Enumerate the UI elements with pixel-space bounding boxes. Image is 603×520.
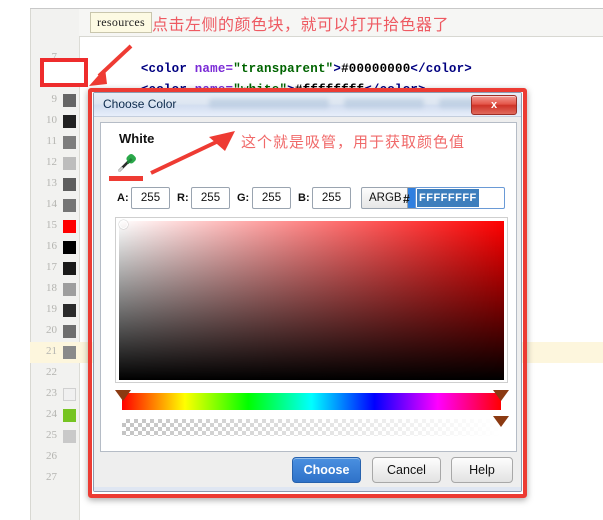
color-swatch[interactable] (63, 115, 76, 128)
dialog-titlebar[interactable]: Choose Color x (94, 93, 521, 117)
line-number: 20 (46, 324, 57, 336)
dialog-title: Choose Color (103, 97, 177, 111)
saturation-value-area[interactable] (115, 217, 508, 383)
channel-label-g: G: (237, 192, 250, 204)
cancel-button[interactable]: Cancel (372, 457, 441, 483)
gutter-line-20: 20 (30, 321, 79, 342)
alpha-gradient[interactable] (122, 419, 501, 436)
channel-input-a[interactable]: 255 (131, 187, 170, 209)
color-preview (149, 151, 512, 179)
gutter-line-12: 12 (30, 153, 79, 174)
gutter-line-23: 23 (30, 384, 79, 405)
hue-slider[interactable] (115, 390, 509, 412)
choose-color-dialog: Choose Color x White 这个就是吸管，用于获取颜色值 A: 2… (93, 92, 522, 492)
color-swatch[interactable] (63, 262, 76, 275)
line-number: 22 (46, 366, 57, 378)
gutter-line-24: 24 (30, 405, 79, 426)
gutter-line-10: 10 (30, 111, 79, 132)
channel-label-a: A: (117, 192, 129, 204)
line-number: 21 (46, 345, 57, 357)
annotation-top: 点击左侧的颜色块，就可以打开拾色器了 (152, 15, 450, 34)
color-swatch[interactable] (63, 199, 76, 212)
line-number: 19 (46, 303, 57, 315)
gutter-line-18: 18 (30, 279, 79, 300)
line-number: 16 (46, 240, 57, 252)
color-swatch[interactable] (63, 430, 76, 443)
close-icon[interactable]: x (471, 95, 517, 115)
gutter-line-25: 25 (30, 426, 79, 447)
hue-slider-thumb-left[interactable] (115, 390, 131, 401)
channel-input-b[interactable]: 255 (312, 187, 351, 209)
channel-input-g[interactable]: 255 (252, 187, 291, 209)
gutter-line-9: 9 (30, 90, 79, 111)
gutter-line-22: 22 (30, 363, 79, 384)
annotation-eyedropper: 这个就是吸管，用于获取颜色值 (241, 133, 466, 151)
saturation-value-gradient[interactable] (119, 220, 504, 380)
line-number: 13 (46, 177, 57, 189)
gutter-line-16: 16 (30, 237, 79, 258)
eyedropper-icon[interactable] (115, 151, 139, 175)
color-swatch[interactable] (63, 157, 76, 170)
titlebar-blur-1 (209, 99, 329, 108)
dialog-bottom-edge (94, 487, 521, 491)
saturation-value-cursor[interactable] (119, 220, 128, 229)
gutter-line-26: 26 (30, 447, 79, 468)
color-swatch[interactable] (63, 304, 76, 317)
color-swatch[interactable] (63, 388, 76, 401)
line-number: 15 (46, 219, 57, 231)
line-number: 25 (46, 429, 57, 441)
gutter-line-14: 14 (30, 195, 79, 216)
color-swatch[interactable] (63, 94, 76, 107)
line-number: 17 (46, 261, 57, 273)
color-swatch[interactable] (63, 409, 76, 422)
choose-button[interactable]: Choose (292, 457, 361, 483)
alpha-slider-thumb[interactable] (493, 416, 509, 427)
line-number: 26 (46, 450, 57, 462)
selected-color-name: White (119, 131, 155, 146)
line-number: 11 (46, 135, 57, 147)
line-number: 24 (46, 408, 57, 420)
line-number: 12 (46, 156, 57, 168)
gutter-line-13: 13 (30, 174, 79, 195)
hex-hash-label: # (403, 192, 410, 206)
gutter-line-15: 15 (30, 216, 79, 237)
hue-gradient[interactable] (122, 393, 501, 410)
channel-label-b: B: (298, 192, 310, 204)
color-swatch[interactable] (63, 220, 76, 233)
help-button[interactable]: Help (451, 457, 513, 483)
dialog-footer: Choose Cancel Help (100, 455, 517, 487)
hue-slider-thumb-right[interactable] (493, 390, 509, 401)
gutter-line-19: 19 (30, 300, 79, 321)
gutter-line-21: 21 (30, 342, 79, 363)
color-swatch[interactable] (63, 241, 76, 254)
line-number: 23 (46, 387, 57, 399)
line-number: 27 (46, 471, 57, 483)
line-number: 9 (51, 93, 58, 105)
channel-label-r: R: (177, 192, 189, 204)
gutter-line-17: 17 (30, 258, 79, 279)
titlebar-blur-2 (344, 99, 424, 108)
color-mode-value: ARGB (369, 192, 402, 204)
gutter-line-27: 27 (30, 468, 79, 489)
eyedropper-underline (109, 176, 143, 181)
dialog-body: White 这个就是吸管，用于获取颜色值 A: 255 R: 255 G: 25… (100, 122, 517, 452)
line-number: 14 (46, 198, 57, 210)
gutter-line-11: 11 (30, 132, 79, 153)
channel-input-r[interactable]: 255 (191, 187, 230, 209)
hex-input-value: FFFFFFFF (417, 189, 479, 207)
color-channel-row: A: 255 R: 255 G: 255 B: 255 ARGB ▼ # FFF… (107, 187, 512, 211)
line-number: 18 (46, 282, 57, 294)
line-number: 10 (46, 114, 57, 126)
color-swatch[interactable] (63, 346, 76, 359)
tab-resources[interactable]: resources (90, 12, 153, 33)
alpha-slider[interactable] (115, 416, 509, 438)
color-swatch[interactable] (63, 136, 76, 149)
hex-input[interactable]: FFFFFFFF (415, 187, 505, 209)
color-swatch[interactable] (63, 325, 76, 338)
color-swatch[interactable] (63, 283, 76, 296)
color-swatch-highlight-box (40, 58, 88, 87)
color-swatch[interactable] (63, 178, 76, 191)
